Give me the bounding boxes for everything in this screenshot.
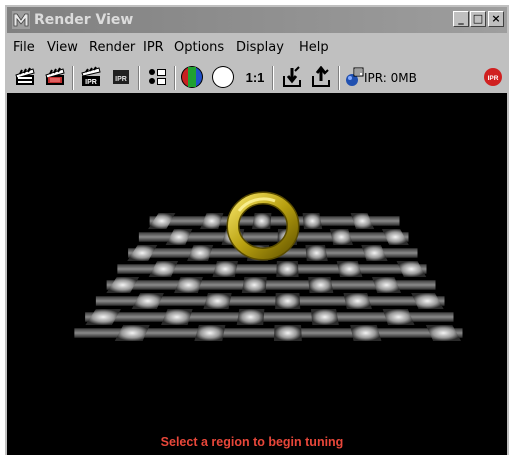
status-message: Select a region to begin tuning [160, 435, 344, 449]
menu-display[interactable]: Display [236, 40, 284, 55]
ipr-refresh-icon[interactable]: IPR [109, 65, 133, 89]
one-to-one-icon[interactable]: 1:1 [241, 65, 269, 89]
alpha-channel-icon[interactable] [211, 65, 235, 89]
menu-file[interactable]: File [13, 40, 35, 55]
menu-view[interactable]: View [47, 40, 78, 55]
menu-options[interactable]: Options [174, 40, 224, 55]
window-title: Render View [34, 12, 134, 28]
stop-ipr-icon[interactable]: IPR [481, 65, 505, 89]
remove-image-icon[interactable] [309, 65, 333, 89]
svg-text:IPR: IPR [85, 79, 97, 86]
svg-text:IPR: IPR [488, 75, 499, 82]
render-clapper-icon[interactable] [13, 65, 37, 89]
menu-bar: File View Render IPR Options Display Hel… [7, 37, 507, 59]
keep-image-icon[interactable] [280, 65, 304, 89]
render-view-window: Render View _ □ × File View Render IPR O… [5, 5, 509, 455]
render-region-icon[interactable] [145, 65, 169, 89]
title-bar[interactable]: Render View _ □ × [7, 7, 507, 33]
menu-help[interactable]: Help [299, 40, 329, 55]
maximize-button[interactable]: □ [470, 11, 486, 27]
toolbar-separator [272, 66, 274, 90]
ipr-memory-readout: IPR: 0MB [364, 71, 417, 85]
toolbar-separator [138, 66, 140, 90]
woven-floor-plane [74, 213, 463, 341]
rendered-image [74, 191, 463, 341]
toolbar-separator [174, 66, 176, 90]
zoom-label: 1:1 [245, 69, 265, 85]
svg-text:IPR: IPR [115, 76, 127, 83]
menu-ipr[interactable]: IPR [143, 40, 164, 55]
toolbar-separator [72, 66, 74, 90]
maya-app-icon [12, 11, 30, 29]
redo-render-icon[interactable] [43, 65, 67, 89]
rgb-channel-icon[interactable] [180, 65, 204, 89]
toolbar-separator [338, 66, 340, 90]
ipr-memory-icon[interactable] [343, 65, 365, 89]
minimize-button[interactable]: _ [453, 11, 469, 27]
ipr-render-icon[interactable]: IPR [79, 65, 103, 89]
menu-render[interactable]: Render [89, 40, 135, 55]
close-button[interactable]: × [488, 11, 504, 27]
render-viewport[interactable]: Select a region to begin tuning [7, 93, 507, 455]
toolbar: IPR IPR 1:1 IPR: 0MB IPR [7, 61, 507, 93]
